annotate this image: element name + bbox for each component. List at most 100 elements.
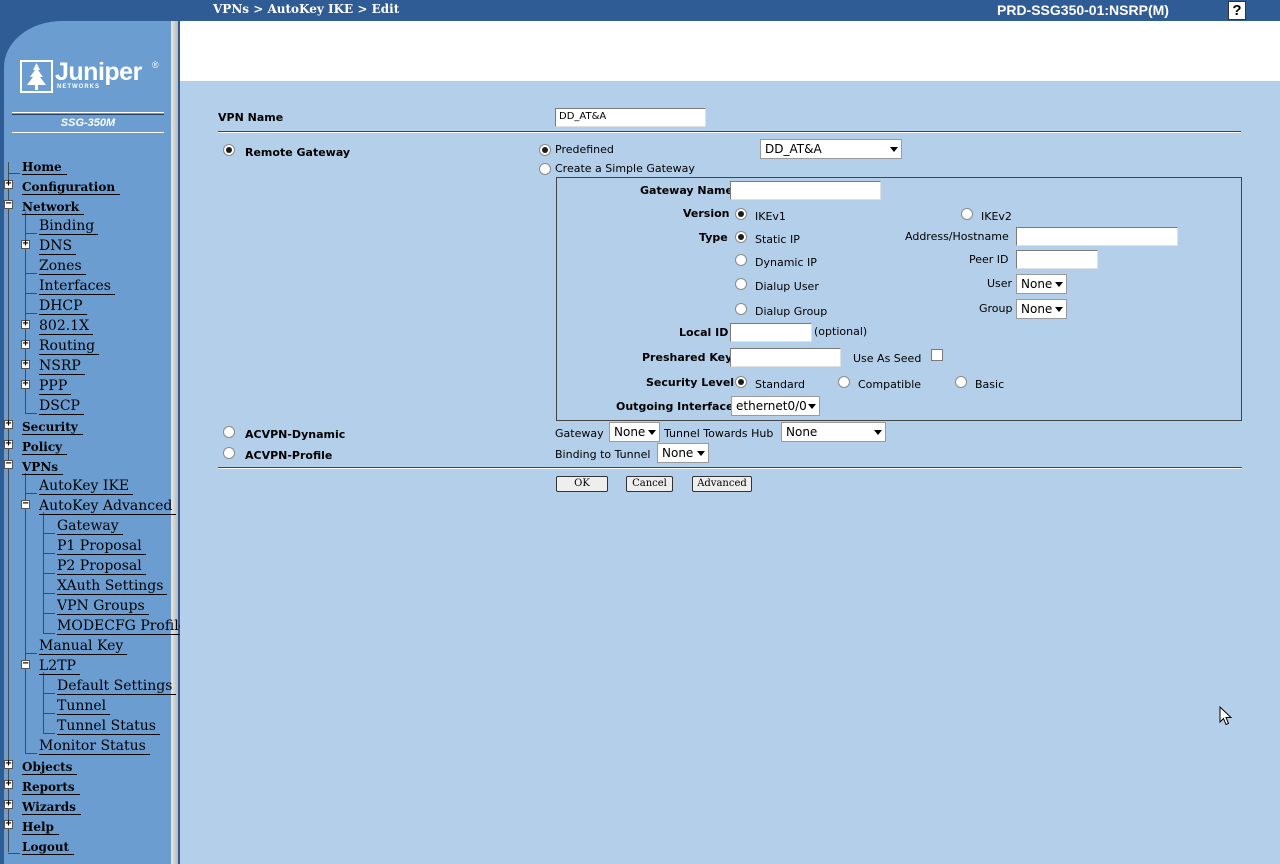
- expand-icon[interactable]: +: [4, 179, 13, 189]
- static-ip-radio[interactable]: [735, 231, 747, 243]
- expand-icon[interactable]: +: [4, 419, 13, 429]
- content-header-band: [180, 21, 1280, 81]
- ikev1-radio[interactable]: [735, 208, 747, 220]
- nav-network[interactable]: Network: [22, 200, 85, 215]
- nav-logout[interactable]: Logout: [22, 840, 75, 855]
- nav-interfaces[interactable]: Interfaces: [39, 278, 115, 295]
- advanced-button[interactable]: Advanced: [692, 476, 752, 492]
- standard-label: Standard: [755, 378, 806, 391]
- nav-monitor-status[interactable]: Monitor Status: [39, 738, 150, 755]
- nav-help[interactable]: Help: [22, 820, 59, 835]
- nav-p1-proposal[interactable]: P1 Proposal: [57, 538, 146, 555]
- basic-radio[interactable]: [955, 376, 967, 388]
- ok-button[interactable]: OK: [556, 476, 608, 492]
- chevron-down-icon: [808, 404, 816, 409]
- nav-routing[interactable]: Routing: [39, 338, 100, 355]
- nav-dns[interactable]: DNS: [39, 238, 77, 255]
- nav-home[interactable]: Home: [22, 160, 67, 175]
- expand-icon[interactable]: +: [21, 379, 30, 389]
- nav-vpns[interactable]: VPNs: [22, 460, 64, 475]
- dialup-group-radio[interactable]: [735, 303, 747, 315]
- expand-icon[interactable]: +: [21, 339, 30, 349]
- tree-line: [8, 853, 20, 854]
- local-id-label: Local ID: [679, 326, 729, 339]
- nav-wizards[interactable]: Wizards: [22, 800, 81, 815]
- nav-p2-proposal[interactable]: P2 Proposal: [57, 558, 146, 575]
- binding-to-tunnel-select[interactable]: None: [657, 443, 709, 463]
- nav-dscp[interactable]: DSCP: [39, 398, 84, 415]
- acvpn-gateway-select[interactable]: None: [609, 422, 660, 442]
- acvpn-profile-radio[interactable]: [223, 447, 235, 459]
- tree-line: [25, 293, 37, 294]
- cancel-button[interactable]: Cancel: [626, 476, 673, 492]
- predefined-radio[interactable]: [539, 144, 551, 156]
- predefined-gateway-select[interactable]: DD_AT&A: [760, 139, 902, 159]
- compatible-radio[interactable]: [838, 376, 850, 388]
- nav-manual-key[interactable]: Manual Key: [39, 638, 128, 655]
- standard-radio[interactable]: [735, 376, 747, 388]
- nav-802-1x[interactable]: 802.1X: [39, 318, 94, 335]
- nav-tunnel-status[interactable]: Tunnel Status: [57, 718, 160, 735]
- remote-gateway-radio[interactable]: [223, 144, 235, 156]
- nav-security[interactable]: Security: [22, 420, 83, 435]
- nav-policy[interactable]: Policy: [22, 440, 68, 455]
- dynamic-ip-radio[interactable]: [735, 254, 747, 266]
- collapse-icon[interactable]: −: [4, 199, 13, 209]
- static-ip-label: Static IP: [755, 233, 800, 246]
- create-simple-gateway-label: Create a Simple Gateway: [555, 162, 695, 175]
- expand-icon[interactable]: +: [4, 819, 13, 829]
- acvpn-dynamic-radio[interactable]: [223, 426, 235, 438]
- expand-icon[interactable]: +: [4, 799, 13, 809]
- expand-icon[interactable]: +: [4, 759, 13, 769]
- nav-reports[interactable]: Reports: [22, 780, 80, 795]
- outgoing-interface-select[interactable]: ethernet0/0: [731, 396, 820, 416]
- group-select[interactable]: None: [1016, 299, 1067, 319]
- local-id-input[interactable]: [730, 323, 812, 342]
- expand-icon[interactable]: +: [21, 239, 30, 249]
- gateway-name-input[interactable]: [730, 181, 881, 200]
- preshared-key-input[interactable]: [730, 348, 841, 367]
- nav-ppp[interactable]: PPP: [39, 378, 72, 395]
- nav-modecfg-profile[interactable]: MODECFG Profile: [57, 618, 180, 635]
- nav-vpn-groups[interactable]: VPN Groups: [57, 598, 149, 615]
- nav-autokey-ike[interactable]: AutoKey IKE: [39, 478, 134, 495]
- expand-icon[interactable]: +: [4, 439, 13, 449]
- address-hostname-input[interactable]: [1016, 227, 1178, 246]
- predefined-gateway-value: DD_AT&A: [765, 142, 822, 156]
- nav-configuration[interactable]: Configuration: [22, 180, 121, 195]
- ikev2-radio[interactable]: [961, 208, 973, 220]
- nav-binding[interactable]: Binding: [39, 218, 99, 235]
- nav-tunnel[interactable]: Tunnel: [57, 698, 111, 715]
- nav-default-settings[interactable]: Default Settings: [57, 678, 177, 695]
- sidebar-rule: [12, 114, 164, 115]
- collapse-icon[interactable]: −: [21, 499, 30, 509]
- chevron-down-icon: [1055, 282, 1063, 287]
- vpn-name-label: VPN Name: [218, 111, 284, 124]
- expand-icon[interactable]: +: [4, 779, 13, 789]
- expand-icon[interactable]: +: [21, 319, 30, 329]
- nav-xauth-settings[interactable]: XAuth Settings: [57, 578, 168, 595]
- tree-line: [25, 413, 37, 414]
- peer-id-input[interactable]: [1016, 250, 1098, 269]
- nav-nsrp[interactable]: NSRP: [39, 358, 85, 375]
- nav-l2tp[interactable]: L2TP: [39, 658, 80, 675]
- user-label: User: [987, 277, 1013, 290]
- expand-icon[interactable]: +: [21, 359, 30, 369]
- chevron-down-icon: [890, 147, 898, 152]
- nav-autokey-advanced[interactable]: AutoKey Advanced: [39, 498, 177, 515]
- nav-dhcp[interactable]: DHCP: [39, 298, 87, 315]
- logo-text: Juniper: [55, 58, 142, 86]
- create-simple-gateway-radio[interactable]: [539, 163, 551, 175]
- tree-line: [43, 672, 44, 734]
- nav-gateway[interactable]: Gateway: [57, 518, 123, 535]
- tunnel-towards-hub-select[interactable]: None: [781, 422, 886, 442]
- nav-zones[interactable]: Zones: [39, 258, 86, 275]
- user-select[interactable]: None: [1016, 274, 1067, 294]
- use-as-seed-checkbox[interactable]: [931, 349, 943, 361]
- collapse-icon[interactable]: −: [21, 659, 30, 669]
- vpn-name-input[interactable]: DD_AT&A: [555, 108, 706, 127]
- collapse-icon[interactable]: −: [4, 459, 13, 469]
- help-icon[interactable]: ?: [1228, 1, 1246, 20]
- dialup-user-radio[interactable]: [735, 278, 747, 290]
- nav-objects[interactable]: Objects: [22, 760, 78, 775]
